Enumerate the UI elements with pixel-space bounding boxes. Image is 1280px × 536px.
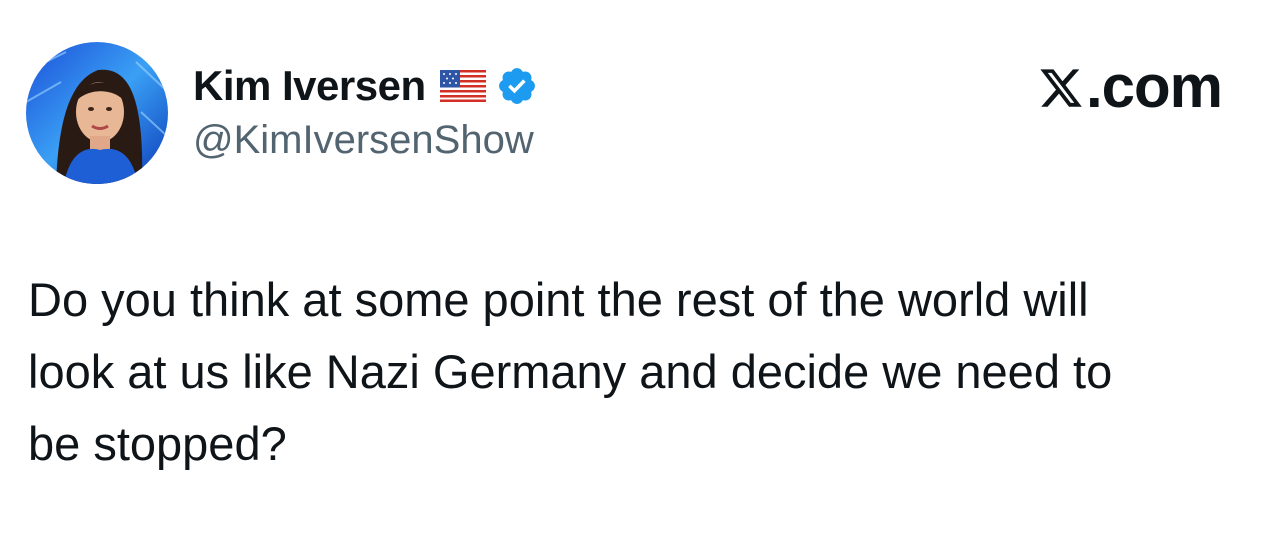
author-display-name[interactable]: Kim Iversen: [193, 62, 426, 110]
x-brand-mark: .com: [1038, 52, 1223, 121]
tweet-text: Do you think at some point the rest of t…: [28, 273, 1113, 470]
profile-photo: [26, 42, 168, 184]
verified-badge-icon[interactable]: [496, 65, 538, 107]
author-handle[interactable]: @KimIversenShow: [193, 118, 534, 163]
us-flag-icon: [439, 70, 486, 102]
brand-domain-label: .com: [1085, 53, 1223, 120]
x-logo-icon: [1038, 56, 1084, 107]
avatar[interactable]: [26, 42, 168, 184]
author-name-row: Kim Iversen: [193, 58, 538, 114]
